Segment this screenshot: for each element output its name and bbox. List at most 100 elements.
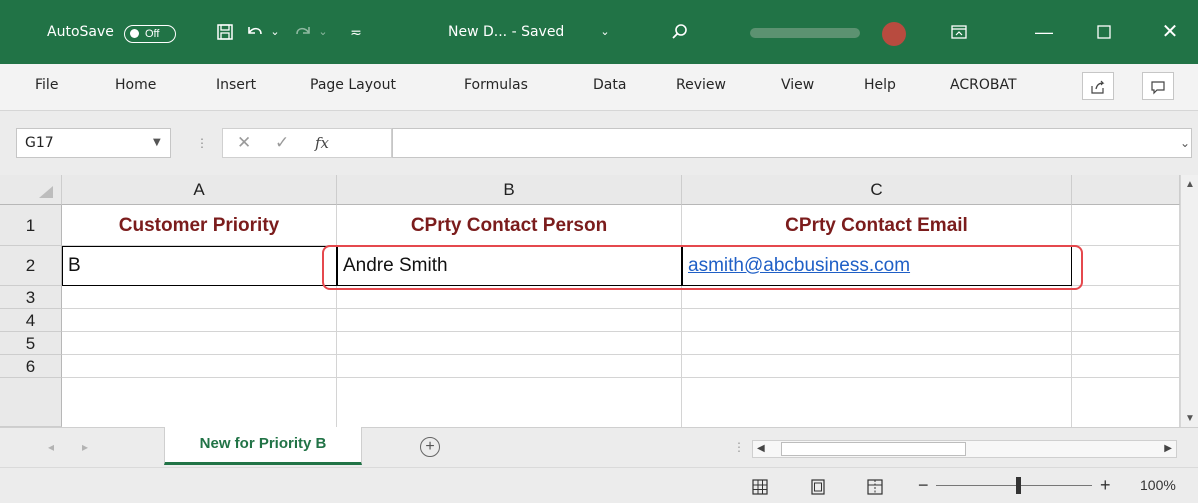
zoom-slider-thumb[interactable]	[1016, 477, 1021, 494]
maximize-icon[interactable]	[1092, 0, 1116, 64]
zoom-level[interactable]: 100%	[1140, 468, 1176, 503]
cell-c6[interactable]	[682, 355, 1072, 378]
autosave-toggle[interactable]: Off	[124, 25, 176, 43]
cell-c7[interactable]	[682, 378, 1072, 427]
insert-function-icon[interactable]: fx	[315, 129, 329, 157]
undo-dropdown-icon[interactable]: ⌄	[268, 0, 282, 64]
name-box-dropdown-icon[interactable]: ▼	[153, 129, 161, 157]
cell-a7[interactable]	[62, 378, 337, 427]
tab-acrobat[interactable]: ACROBAT	[950, 64, 1017, 110]
cell-a1[interactable]: Customer Priority	[62, 205, 337, 246]
vertical-scrollbar[interactable]: ▲ ▼	[1180, 175, 1198, 427]
row-header-4[interactable]: 4	[0, 309, 62, 332]
column-header-d[interactable]	[1072, 175, 1180, 205]
add-sheet-icon[interactable]: +	[420, 437, 440, 457]
zoom-out-button[interactable]: −	[918, 468, 929, 503]
scroll-right-icon[interactable]: ▶	[1164, 441, 1172, 457]
row-header-2[interactable]: 2	[0, 246, 62, 286]
cell-b7[interactable]	[337, 378, 682, 427]
document-title[interactable]: New D... - Saved	[448, 0, 564, 64]
account-name-blurred[interactable]	[750, 28, 860, 38]
cell-c2-email-link[interactable]: asmith@abcbusiness.com	[682, 246, 1072, 286]
sheet-tab-active[interactable]: New for Priority B	[164, 427, 362, 465]
next-sheet-icon[interactable]: ▸	[82, 428, 88, 466]
column-header-c[interactable]: C	[682, 175, 1072, 205]
tab-data[interactable]: Data	[593, 64, 626, 110]
tab-insert[interactable]: Insert	[216, 64, 256, 110]
save-icon[interactable]	[214, 0, 236, 64]
tab-formulas[interactable]: Formulas	[464, 64, 528, 110]
cell-d5[interactable]	[1072, 332, 1180, 355]
formula-bar-grip-icon[interactable]: ⋮	[196, 121, 208, 165]
cell-d2[interactable]	[1072, 246, 1180, 286]
cell-a6[interactable]	[62, 355, 337, 378]
comments-button[interactable]	[1142, 72, 1174, 100]
sheet-tabs-bar: ◂ ▸ New for Priority B + ⋮ ◀ ▶	[0, 427, 1198, 468]
row-header-1[interactable]: 1	[0, 205, 62, 246]
zoom-in-button[interactable]: +	[1100, 468, 1111, 503]
cell-a4[interactable]	[62, 309, 337, 332]
title-dropdown-icon[interactable]: ⌄	[598, 0, 612, 64]
avatar[interactable]	[882, 22, 906, 46]
row-header-3[interactable]: 3	[0, 286, 62, 309]
select-all-corner[interactable]	[0, 175, 62, 205]
tab-help[interactable]: Help	[864, 64, 896, 110]
tab-home[interactable]: Home	[115, 64, 156, 110]
cell-d6[interactable]	[1072, 355, 1180, 378]
cell-d3[interactable]	[1072, 286, 1180, 309]
ribbon-display-icon[interactable]	[947, 0, 971, 64]
row-header-6[interactable]: 6	[0, 355, 62, 378]
cell-c1[interactable]: CPrty Contact Email	[682, 205, 1072, 246]
close-icon[interactable]: ✕	[1158, 0, 1182, 64]
cell-c3[interactable]	[682, 286, 1072, 309]
share-button[interactable]	[1082, 72, 1114, 100]
tab-file[interactable]: File	[35, 64, 58, 110]
column-header-b[interactable]: B	[337, 175, 682, 205]
autosave-state: Off	[145, 28, 160, 40]
cell-b2[interactable]: Andre Smith	[337, 246, 682, 286]
cell-d7[interactable]	[1072, 378, 1180, 427]
cell-b4[interactable]	[337, 309, 682, 332]
formula-input[interactable]	[392, 128, 1192, 158]
tab-view[interactable]: View	[781, 64, 814, 110]
cell-b6[interactable]	[337, 355, 682, 378]
zoom-slider-track[interactable]	[936, 485, 1092, 486]
cancel-icon[interactable]: ✕	[237, 129, 251, 157]
cell-b5[interactable]	[337, 332, 682, 355]
cell-c5[interactable]	[682, 332, 1072, 355]
customize-qat-icon[interactable]: ≂	[346, 0, 366, 64]
cell-a3[interactable]	[62, 286, 337, 309]
redo-icon[interactable]	[292, 0, 314, 64]
cell-b1[interactable]: CPrty Contact Person	[337, 205, 682, 246]
horizontal-scrollbar[interactable]: ◀ ▶	[752, 440, 1177, 458]
minimize-icon[interactable]: —	[1032, 0, 1056, 64]
expand-formula-bar-icon[interactable]: ⌄	[1180, 121, 1190, 165]
normal-view-icon[interactable]	[752, 468, 768, 503]
scroll-down-icon[interactable]: ▼	[1181, 413, 1198, 424]
column-header-a[interactable]: A	[62, 175, 337, 205]
page-layout-view-icon[interactable]	[810, 468, 826, 503]
cell-c4[interactable]	[682, 309, 1072, 332]
row-header-5[interactable]: 5	[0, 332, 62, 355]
name-box[interactable]: G17 ▼	[16, 128, 171, 158]
cell-b3[interactable]	[337, 286, 682, 309]
search-icon[interactable]	[668, 0, 692, 64]
tab-split-grip-icon[interactable]: ⋮	[733, 428, 745, 466]
tab-review[interactable]: Review	[676, 64, 726, 110]
cell-a5[interactable]	[62, 332, 337, 355]
scroll-left-icon[interactable]: ◀	[757, 441, 765, 457]
cell-d4[interactable]	[1072, 309, 1180, 332]
ribbon-collapsed-area	[0, 111, 1198, 121]
redo-dropdown-icon[interactable]: ⌄	[316, 0, 330, 64]
ribbon-tabs: File Home Insert Page Layout Formulas Da…	[0, 64, 1198, 111]
enter-checkmark-icon[interactable]: ✓	[275, 129, 289, 157]
previous-sheet-icon[interactable]: ◂	[48, 428, 54, 466]
cell-a2[interactable]: B	[62, 246, 337, 286]
horizontal-scroll-thumb[interactable]	[781, 442, 966, 456]
row-header-7[interactable]	[0, 378, 62, 427]
cell-d1[interactable]	[1072, 205, 1180, 246]
scroll-up-icon[interactable]: ▲	[1181, 179, 1198, 190]
tab-page-layout[interactable]: Page Layout	[310, 64, 396, 110]
undo-icon[interactable]	[244, 0, 266, 64]
page-break-view-icon[interactable]	[867, 468, 883, 503]
